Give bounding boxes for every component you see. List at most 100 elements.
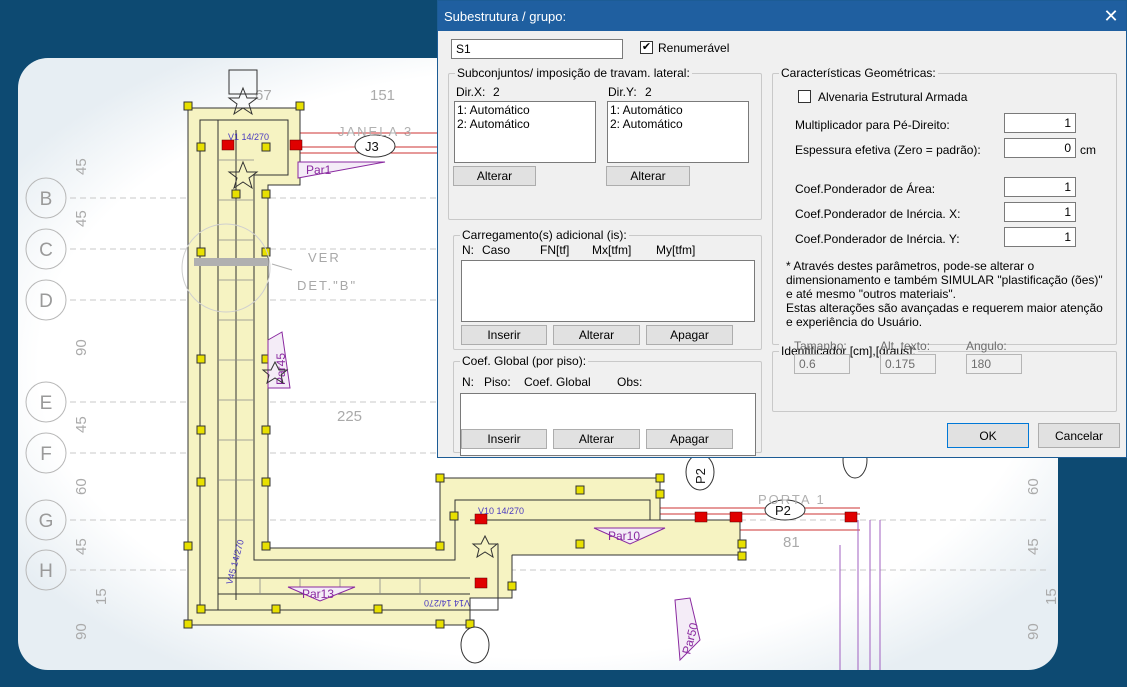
tamanho-label: Tamanho: — [794, 339, 847, 353]
dialog-title: Subestrutura / grupo: — [444, 8, 567, 24]
dim-bottom-81: 81 — [783, 534, 800, 551]
dim-left-6: 45 — [73, 538, 90, 555]
list-item[interactable]: 2: Automático — [457, 117, 593, 131]
alt-texto-input[interactable]: 0.175 — [880, 354, 936, 374]
carreg-col-my: My[tfm] — [656, 243, 696, 257]
mult-input[interactable]: 1 — [1004, 113, 1076, 133]
dim-top-67: 67 — [255, 87, 272, 104]
dim-left-3: 90 — [73, 339, 90, 356]
label-par45: Par45 — [274, 353, 288, 385]
dim-left-1: 45 — [73, 158, 90, 175]
geom-legend: Características Geométricas: — [779, 66, 938, 80]
info-line: Estas alterações são avançadas e requere… — [786, 301, 1103, 315]
list-item[interactable]: 1: Automático — [457, 103, 593, 117]
grid-label-g: G — [39, 511, 54, 532]
name-input[interactable]: S1 — [451, 39, 623, 59]
inerx-label: Coef.Ponderador de Inércia. X: — [795, 207, 961, 221]
label-par10: Par10 — [608, 529, 640, 543]
dim-left-2: 45 — [73, 210, 90, 227]
info-line: e experiência do Usuário. — [786, 315, 923, 329]
dim-left-5: 60 — [73, 478, 90, 495]
grid-label-c: C — [39, 240, 53, 261]
dialog-body: S1 ✔ Renumerável Subconjuntos/ imposição… — [438, 31, 1126, 458]
subestrutura-dialog: Subestrutura / grupo: ✕ S1 ✔ Renumerável… — [437, 0, 1127, 458]
mult-label: Multiplicador para Pé-Direito: — [795, 118, 950, 132]
close-icon[interactable]: ✕ — [1096, 1, 1126, 31]
renumeravel-checkbox[interactable]: ✔ — [640, 41, 653, 54]
alterar-diry-button[interactable]: Alterar — [606, 166, 690, 186]
carreg-col-mx: Mx[tfm] — [592, 243, 632, 257]
carreg-legend: Carregamento(s) adicional (is): — [460, 228, 629, 242]
dim-right-1: 60 — [1025, 478, 1042, 495]
dim-left-7: 15 — [93, 588, 110, 605]
renumeravel-label: Renumerável — [658, 41, 730, 55]
coef-alterar-button[interactable]: Alterar — [553, 429, 640, 449]
dialog-titlebar[interactable]: Subestrutura / grupo: ✕ — [438, 1, 1126, 31]
grid-label-f: F — [40, 444, 52, 465]
grid-label-h: H — [39, 561, 53, 582]
carreg-col-fn: FN[tf] — [540, 243, 570, 257]
diry-listbox[interactable]: 1: Automático 2: Automático — [607, 101, 749, 163]
label-p2-vertical: P2 — [693, 468, 708, 484]
label-v10: V10 14/270 — [478, 506, 524, 516]
alvenaria-checkbox[interactable] — [798, 90, 811, 103]
label-j3: J3 — [365, 139, 379, 154]
coef-col-n: N: — [462, 375, 474, 389]
label-det: DET."B" — [297, 278, 357, 293]
inery-input[interactable]: 1 — [1004, 227, 1076, 247]
tamanho-input[interactable]: 0.6 — [794, 354, 850, 374]
alterar-dirx-button[interactable]: Alterar — [453, 166, 536, 186]
carreg-col-n: N: — [462, 243, 474, 257]
info-line: * Através destes parâmetros, pode-se alt… — [786, 259, 1035, 273]
list-item[interactable]: 1: Automático — [610, 103, 746, 117]
espessura-label: Espessura efetiva (Zero = padrão): — [795, 143, 981, 157]
label-janela: JANELA 3 — [338, 124, 413, 139]
info-line: dimensionamento e também SIMULAR "plasti… — [786, 273, 1103, 287]
dim-mid-225: 225 — [337, 408, 362, 425]
area-input[interactable]: 1 — [1004, 177, 1076, 197]
alt-texto-label: Alt. texto: — [880, 339, 931, 353]
angulo-label: Angulo: — [966, 339, 1007, 353]
carreg-apagar-button[interactable]: Apagar — [646, 325, 733, 345]
grid-label-b: B — [40, 189, 53, 210]
diry-label: Dir.Y: — [608, 85, 637, 99]
info-text: * Através destes parâmetros, pode-se alt… — [786, 259, 1116, 329]
label-par13: Par13 — [302, 587, 334, 601]
dim-top-151: 151 — [370, 87, 395, 104]
coef-inserir-button[interactable]: Inserir — [461, 429, 547, 449]
cancel-button[interactable]: Cancelar — [1038, 423, 1120, 448]
dirx-count: 2 — [493, 85, 500, 99]
carreg-alterar-button[interactable]: Alterar — [553, 325, 640, 345]
coef-col-piso: Piso: — [484, 375, 511, 389]
dim-right-4: 90 — [1025, 623, 1042, 640]
ok-button[interactable]: OK — [947, 423, 1029, 448]
dim-left-4: 45 — [73, 416, 90, 433]
area-label: Coef.Ponderador de Área: — [795, 182, 936, 196]
list-item[interactable]: 2: Automático — [610, 117, 746, 131]
coef-col-obs: Obs: — [617, 375, 643, 389]
label-v14: V14 14/270 — [424, 598, 470, 608]
angulo-input[interactable]: 180 — [966, 354, 1022, 374]
carreg-listbox[interactable] — [461, 260, 755, 322]
coef-col-coef: Coef. Global — [524, 375, 591, 389]
info-line: e até mesmo "outros materiais". — [786, 287, 956, 301]
dim-right-3: 15 — [1043, 588, 1060, 605]
inery-label: Coef.Ponderador de Inércia. Y: — [795, 232, 960, 246]
inerx-input[interactable]: 1 — [1004, 202, 1076, 222]
espessura-input[interactable]: 0 — [1004, 138, 1076, 158]
subconj-legend: Subconjuntos/ imposição de travam. later… — [455, 66, 692, 80]
alvenaria-label: Alvenaria Estrutural Armada — [818, 90, 968, 104]
grid-label-e: E — [40, 393, 53, 414]
coef-apagar-button[interactable]: Apagar — [646, 429, 733, 449]
dirx-listbox[interactable]: 1: Automático 2: Automático — [454, 101, 596, 163]
dim-right-2: 45 — [1025, 538, 1042, 555]
label-porta: PORTA 1 — [758, 492, 826, 507]
label-par1: Par1 — [306, 163, 332, 177]
diry-count: 2 — [645, 85, 652, 99]
espessura-unit: cm — [1080, 143, 1096, 157]
grid-label-d: D — [39, 291, 53, 312]
label-ver: VER — [308, 250, 341, 265]
carreg-inserir-button[interactable]: Inserir — [461, 325, 547, 345]
label-v1: V1 14/270 — [228, 132, 269, 142]
carreg-col-caso: Caso — [482, 243, 511, 257]
